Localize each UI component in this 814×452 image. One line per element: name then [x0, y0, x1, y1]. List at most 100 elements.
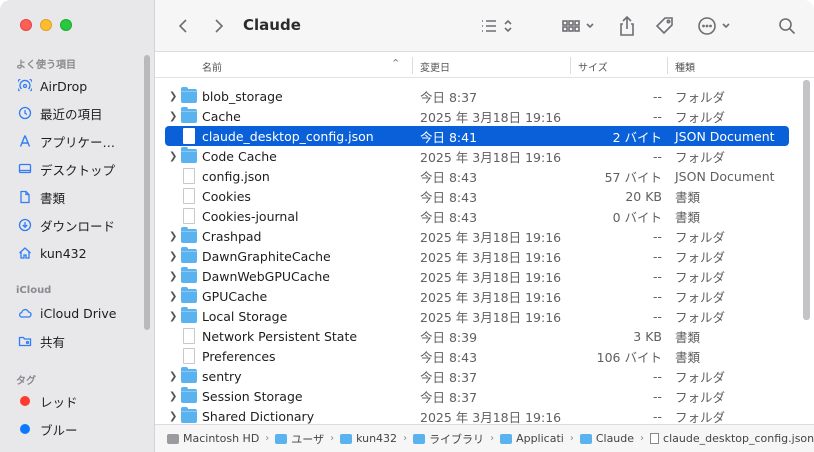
- table-row[interactable]: Preferences 今日 8:43 106 バイト 書類: [165, 346, 789, 366]
- file-kind: フォルダ: [675, 309, 726, 325]
- sidebar-item-downloads[interactable]: ダウンロード: [16, 214, 115, 236]
- column-kind[interactable]: 種類: [675, 59, 695, 74]
- table-row[interactable]: ❯ GPUCache 2025 年 3月18日 19:16 -- フォルダ: [165, 286, 789, 306]
- path-segment[interactable]: Claude: [579, 432, 634, 445]
- sidebar-item-applications[interactable]: アプリケー…: [16, 130, 115, 152]
- path-segment[interactable]: ライブラリ: [413, 431, 484, 447]
- sidebar-item-label: kun432: [40, 245, 87, 261]
- file-size: --: [652, 368, 662, 384]
- list-scrollbar[interactable]: [803, 80, 810, 320]
- sidebar-item-desktop[interactable]: デスクトップ: [16, 158, 115, 180]
- minimize-button[interactable]: [40, 19, 52, 31]
- sidebar-item-label: AirDrop: [40, 78, 88, 94]
- folder-icon: [181, 107, 197, 123]
- path-segment[interactable]: Macintosh HD: [167, 432, 259, 445]
- toolbar: Claude: [155, 0, 814, 52]
- disclosure-chevron-icon[interactable]: ❯: [169, 86, 177, 106]
- window-controls: [20, 19, 72, 31]
- table-row[interactable]: Cookies-journal 今日 8:43 0 バイト 書類: [165, 206, 789, 226]
- file-date: 今日 8:41: [420, 129, 478, 145]
- file-size: --: [652, 228, 662, 244]
- file-name: Code Cache: [202, 148, 277, 164]
- tag-icon: [655, 17, 673, 35]
- sidebar-item-documents[interactable]: 書類: [16, 186, 65, 208]
- disclosure-chevron-icon[interactable]: ❯: [169, 306, 177, 326]
- close-button[interactable]: [20, 19, 32, 31]
- disclosure-chevron-icon[interactable]: ❯: [169, 286, 177, 306]
- view-list-button[interactable]: [475, 14, 517, 38]
- tag-button[interactable]: [653, 14, 677, 38]
- folder-icon: [181, 387, 197, 403]
- sidebar-item-tag-red[interactable]: レッド: [16, 390, 78, 412]
- column-name[interactable]: 名前: [202, 59, 222, 74]
- disclosure-chevron-icon[interactable]: ❯: [169, 266, 177, 286]
- file-kind: フォルダ: [675, 149, 726, 165]
- sidebar-item-label: ダウンロード: [40, 218, 116, 234]
- search-button[interactable]: [775, 14, 799, 38]
- file-icon: [183, 128, 195, 144]
- sidebar-item-label: 書類: [40, 190, 66, 206]
- file-kind: フォルダ: [675, 289, 726, 305]
- disclosure-chevron-icon[interactable]: ❯: [169, 366, 177, 386]
- column-size[interactable]: サイズ: [578, 59, 608, 74]
- sidebar-item-tag-blue[interactable]: ブルー: [16, 418, 78, 440]
- path-segment[interactable]: ユーザ: [275, 431, 324, 447]
- disclosure-chevron-icon[interactable]: ❯: [169, 106, 177, 126]
- disclosure-chevron-icon[interactable]: ❯: [169, 226, 177, 246]
- file-kind: JSON Document: [675, 128, 775, 144]
- file-kind: 書類: [675, 349, 701, 365]
- file-kind: 書類: [675, 329, 701, 345]
- share-button[interactable]: [615, 14, 639, 38]
- sidebar-item-home[interactable]: kun432: [16, 242, 87, 264]
- path-segment[interactable]: kun432: [340, 432, 397, 445]
- action-button[interactable]: [695, 14, 737, 38]
- table-row[interactable]: Network Persistent State 今日 8:39 3 KB 書類: [165, 326, 789, 346]
- table-row[interactable]: config.json 今日 8:43 57 バイト JSON Document: [165, 166, 789, 186]
- path-segment[interactable]: claude_desktop_config.json: [650, 432, 814, 445]
- forward-button[interactable]: [209, 14, 229, 38]
- sidebar-item-recents[interactable]: 最近の項目: [16, 102, 103, 124]
- file-size: --: [652, 408, 662, 424]
- file-date: 今日 8:43: [420, 169, 478, 185]
- table-row[interactable]: ❯ DawnWebGPUCache 2025 年 3月18日 19:16 -- フォルダ: [165, 266, 789, 286]
- file-size: --: [652, 148, 662, 164]
- sort-chevron-up-icon: ⌃: [391, 57, 401, 70]
- table-row[interactable]: ❯ Crashpad 2025 年 3月18日 19:16 -- フォルダ: [165, 226, 789, 246]
- group-button[interactable]: [558, 14, 600, 38]
- home-icon: [16, 246, 34, 260]
- table-row[interactable]: Cookies 今日 8:43 20 KB 書類: [165, 186, 789, 206]
- path-separator-icon: ›: [490, 433, 495, 444]
- sidebar-item-label: レッド: [40, 394, 78, 410]
- table-row[interactable]: ❯ DawnGraphiteCache 2025 年 3月18日 19:16 -- フォ…: [165, 246, 789, 266]
- table-row[interactable]: ❯ Shared Dictionary 2025 年 3月18日 19:16 -- フォ…: [165, 406, 789, 424]
- disclosure-chevron-icon[interactable]: ❯: [169, 246, 177, 266]
- sidebar-item-shared[interactable]: 共有: [16, 330, 65, 352]
- table-row[interactable]: ❯ Local Storage 2025 年 3月18日 19:16 -- フォルダ: [165, 306, 789, 326]
- airdrop-icon: [16, 79, 34, 93]
- sidebar-item-label: 共有: [40, 334, 66, 350]
- path-separator-icon: ›: [265, 433, 270, 444]
- document-icon: [16, 190, 34, 204]
- table-row[interactable]: ❯ sentry 今日 8:37 -- フォルダ: [165, 366, 789, 386]
- file-name: Cache: [202, 108, 241, 124]
- zoom-button[interactable]: [60, 19, 72, 31]
- table-row[interactable]: claude_desktop_config.json 今日 8:41 2 バイト JS…: [165, 126, 789, 146]
- disclosure-chevron-icon[interactable]: ❯: [169, 406, 177, 424]
- table-row[interactable]: ❯ Code Cache 2025 年 3月18日 19:16 -- フォルダ: [165, 146, 789, 166]
- sidebar-scrollbar[interactable]: [144, 55, 150, 330]
- file-kind: フォルダ: [675, 109, 726, 125]
- path-segment[interactable]: Applicati: [500, 432, 564, 445]
- disclosure-chevron-icon[interactable]: ❯: [169, 146, 177, 166]
- table-row[interactable]: ❯ Cache 2025 年 3月18日 19:16 -- フォルダ: [165, 106, 789, 126]
- path-segment-label: ライブラリ: [429, 432, 485, 446]
- sidebar-item-airdrop[interactable]: AirDrop: [16, 75, 87, 97]
- sidebar-item-icloud-drive[interactable]: iCloud Drive: [16, 302, 116, 324]
- sidebar-item-label: アプリケー…: [40, 134, 116, 150]
- back-button[interactable]: [173, 14, 193, 38]
- file-size: --: [652, 108, 662, 124]
- file-kind: フォルダ: [675, 229, 726, 245]
- disclosure-chevron-icon[interactable]: ❯: [169, 386, 177, 406]
- table-row[interactable]: ❯ Session Storage 今日 8:37 -- フォルダ: [165, 386, 789, 406]
- table-row[interactable]: ❯ blob_storage 今日 8:37 -- フォルダ: [165, 86, 789, 106]
- column-date[interactable]: 変更日: [420, 59, 450, 74]
